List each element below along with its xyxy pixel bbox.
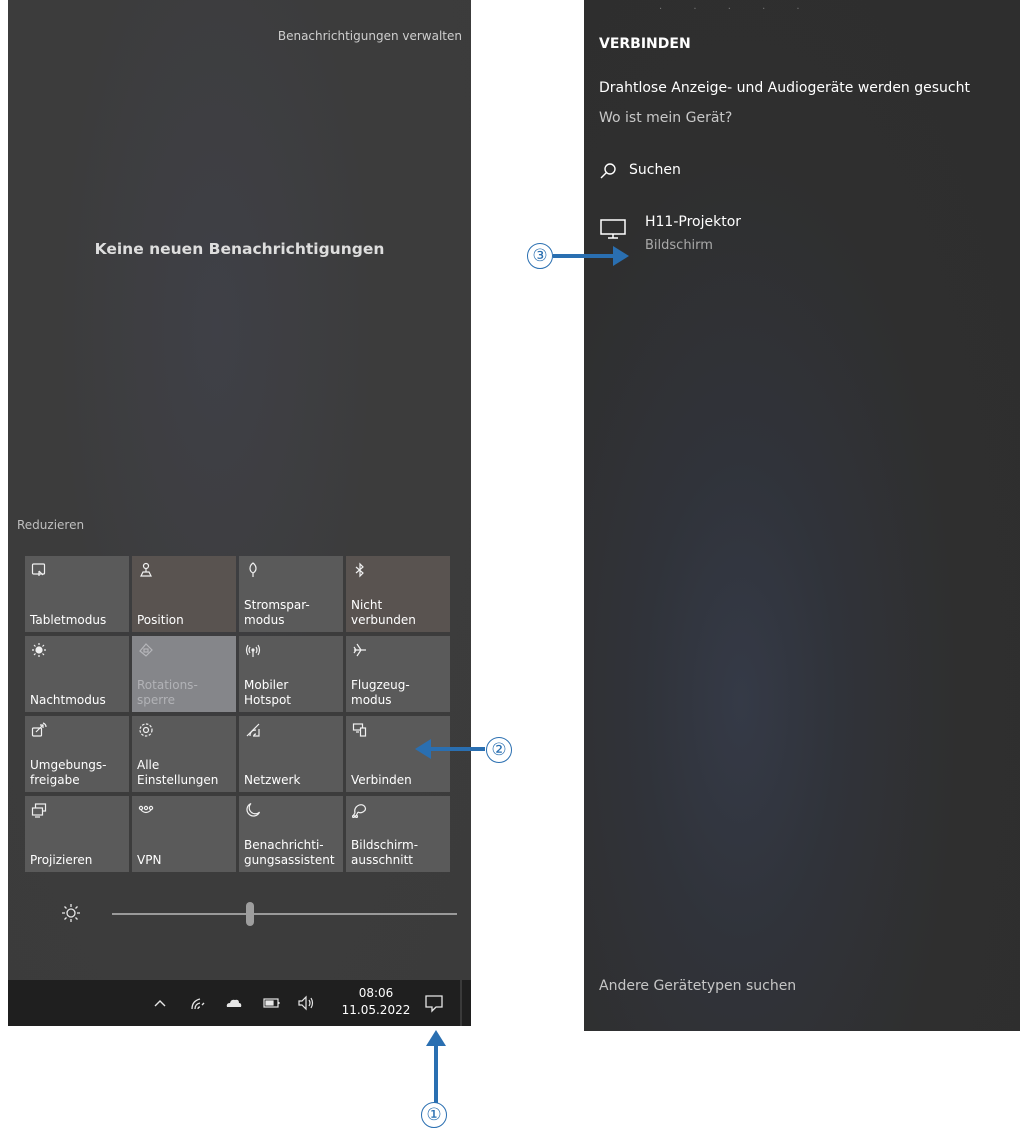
tile-project[interactable]: Projizieren [25, 796, 129, 872]
brightness-track[interactable] [112, 913, 457, 915]
volume-icon[interactable] [296, 993, 316, 1013]
vpn-icon [138, 802, 154, 818]
tile-focus-assist[interactable]: Benachrichti- gungsassistent [239, 796, 343, 872]
snip-icon [352, 802, 368, 818]
tile-battery-saver[interactable]: Stromspar- modus [239, 556, 343, 632]
device-type: Bildschirm [645, 238, 713, 253]
rotation-lock-icon [138, 642, 154, 658]
tile-label: Alle Einstellungen [137, 758, 219, 787]
callout-number-2: ② [486, 737, 512, 763]
find-other-devices-link[interactable]: Andere Gerätetypen suchen [599, 978, 796, 994]
quick-actions-grid: Tabletmodus Position Stromspar- modus Ni… [25, 556, 450, 872]
action-center-panel: Benachrichtigungen verwalten Keine neuen… [8, 0, 471, 1026]
wifi-icon[interactable] [188, 993, 208, 1013]
tile-label: Flugzeug- modus [351, 678, 410, 707]
collapse-link[interactable]: Reduzieren [17, 518, 84, 532]
tile-label: Rotations- sperre [137, 678, 198, 707]
tile-label: Benachrichti- gungsassistent [244, 838, 335, 867]
network-icon [245, 722, 261, 738]
connect-pane: · · · · · VERBINDEN Drahtlose Anzeige- u… [584, 0, 1020, 1031]
project-icon [31, 802, 47, 818]
monitor-icon [599, 218, 627, 240]
tile-label: Tabletmodus [30, 613, 107, 627]
search-status-text: Drahtlose Anzeige- und Audiogeräte werde… [599, 80, 970, 96]
tile-label: Netzwerk [244, 773, 301, 787]
tile-label: Mobiler Hotspot [244, 678, 291, 707]
brightness-icon [61, 903, 81, 923]
nearby-sharing-icon [31, 722, 47, 738]
focus-assist-icon [245, 802, 261, 818]
callout-number-3: ③ [527, 243, 553, 269]
tile-location[interactable]: Position [132, 556, 236, 632]
battery-icon[interactable] [262, 993, 282, 1013]
tablet-mode-icon [31, 562, 47, 578]
settings-icon [138, 722, 154, 738]
tile-label: Bildschirm- ausschnitt [351, 838, 419, 867]
tile-mobile-hotspot[interactable]: Mobiler Hotspot [239, 636, 343, 712]
search-icon [599, 162, 617, 180]
tile-vpn[interactable]: VPN [132, 796, 236, 872]
location-icon [138, 562, 154, 578]
tile-nearby-sharing[interactable]: Umgebungs- freigabe [25, 716, 129, 792]
mobile-hotspot-icon [245, 642, 261, 658]
connect-title: VERBINDEN [599, 36, 691, 52]
tile-snip[interactable]: Bildschirm- ausschnitt [346, 796, 450, 872]
battery-saver-icon [245, 562, 261, 578]
action-center-button[interactable] [419, 988, 449, 1018]
callout-number-1: ① [421, 1102, 447, 1128]
tile-label: Position [137, 613, 184, 627]
device-name: H11-Projektor [645, 214, 742, 230]
connect-icon [352, 722, 368, 738]
no-notifications-message: Keine neuen Benachrichtigungen [94, 240, 385, 258]
airplane-icon [352, 642, 368, 658]
tile-airplane-mode[interactable]: Flugzeug- modus [346, 636, 450, 712]
tile-night-light[interactable]: Nachtmodus [25, 636, 129, 712]
night-light-icon [31, 642, 47, 658]
tile-label: Nachtmodus [30, 693, 106, 707]
clock-time: 08:06 [358, 986, 394, 1000]
tile-label: Verbinden [351, 773, 412, 787]
taskbar: 08:06 11.05.2022 [8, 980, 471, 1026]
search-label: Suchen [629, 162, 681, 178]
taskbar-clock[interactable]: 08:06 11.05.2022 [341, 985, 411, 1019]
decorative-dots: · · · · · [659, 4, 814, 15]
tile-label: VPN [137, 853, 162, 867]
tile-label: Projizieren [30, 853, 93, 867]
brightness-slider[interactable] [61, 898, 461, 928]
tile-label: Umgebungs- freigabe [30, 758, 107, 787]
tile-label: Nicht verbunden [351, 598, 416, 627]
callout-arrow-1 [426, 1030, 446, 1106]
tile-all-settings[interactable]: Alle Einstellungen [132, 716, 236, 792]
callout-arrow-3 [553, 246, 629, 266]
tile-rotation-lock[interactable]: Rotations- sperre [132, 636, 236, 712]
manage-notifications-link[interactable]: Benachrichtigungen verwalten [278, 29, 462, 43]
device-item[interactable]: H11-Projektor Bildschirm [599, 214, 899, 260]
tile-label: Stromspar- modus [244, 598, 310, 627]
bluetooth-icon [352, 562, 368, 578]
clock-date: 11.05.2022 [341, 1003, 411, 1017]
tile-network[interactable]: Netzwerk [239, 716, 343, 792]
callout-arrow-2 [415, 739, 485, 759]
brightness-thumb[interactable] [246, 902, 254, 926]
taskbar-divider [460, 980, 462, 1026]
where-is-my-device-link[interactable]: Wo ist mein Gerät? [599, 110, 732, 126]
chevron-up-icon[interactable] [150, 993, 170, 1013]
onedrive-icon[interactable] [224, 993, 244, 1013]
tile-tablet-mode[interactable]: Tabletmodus [25, 556, 129, 632]
tile-bluetooth[interactable]: Nicht verbunden [346, 556, 450, 632]
